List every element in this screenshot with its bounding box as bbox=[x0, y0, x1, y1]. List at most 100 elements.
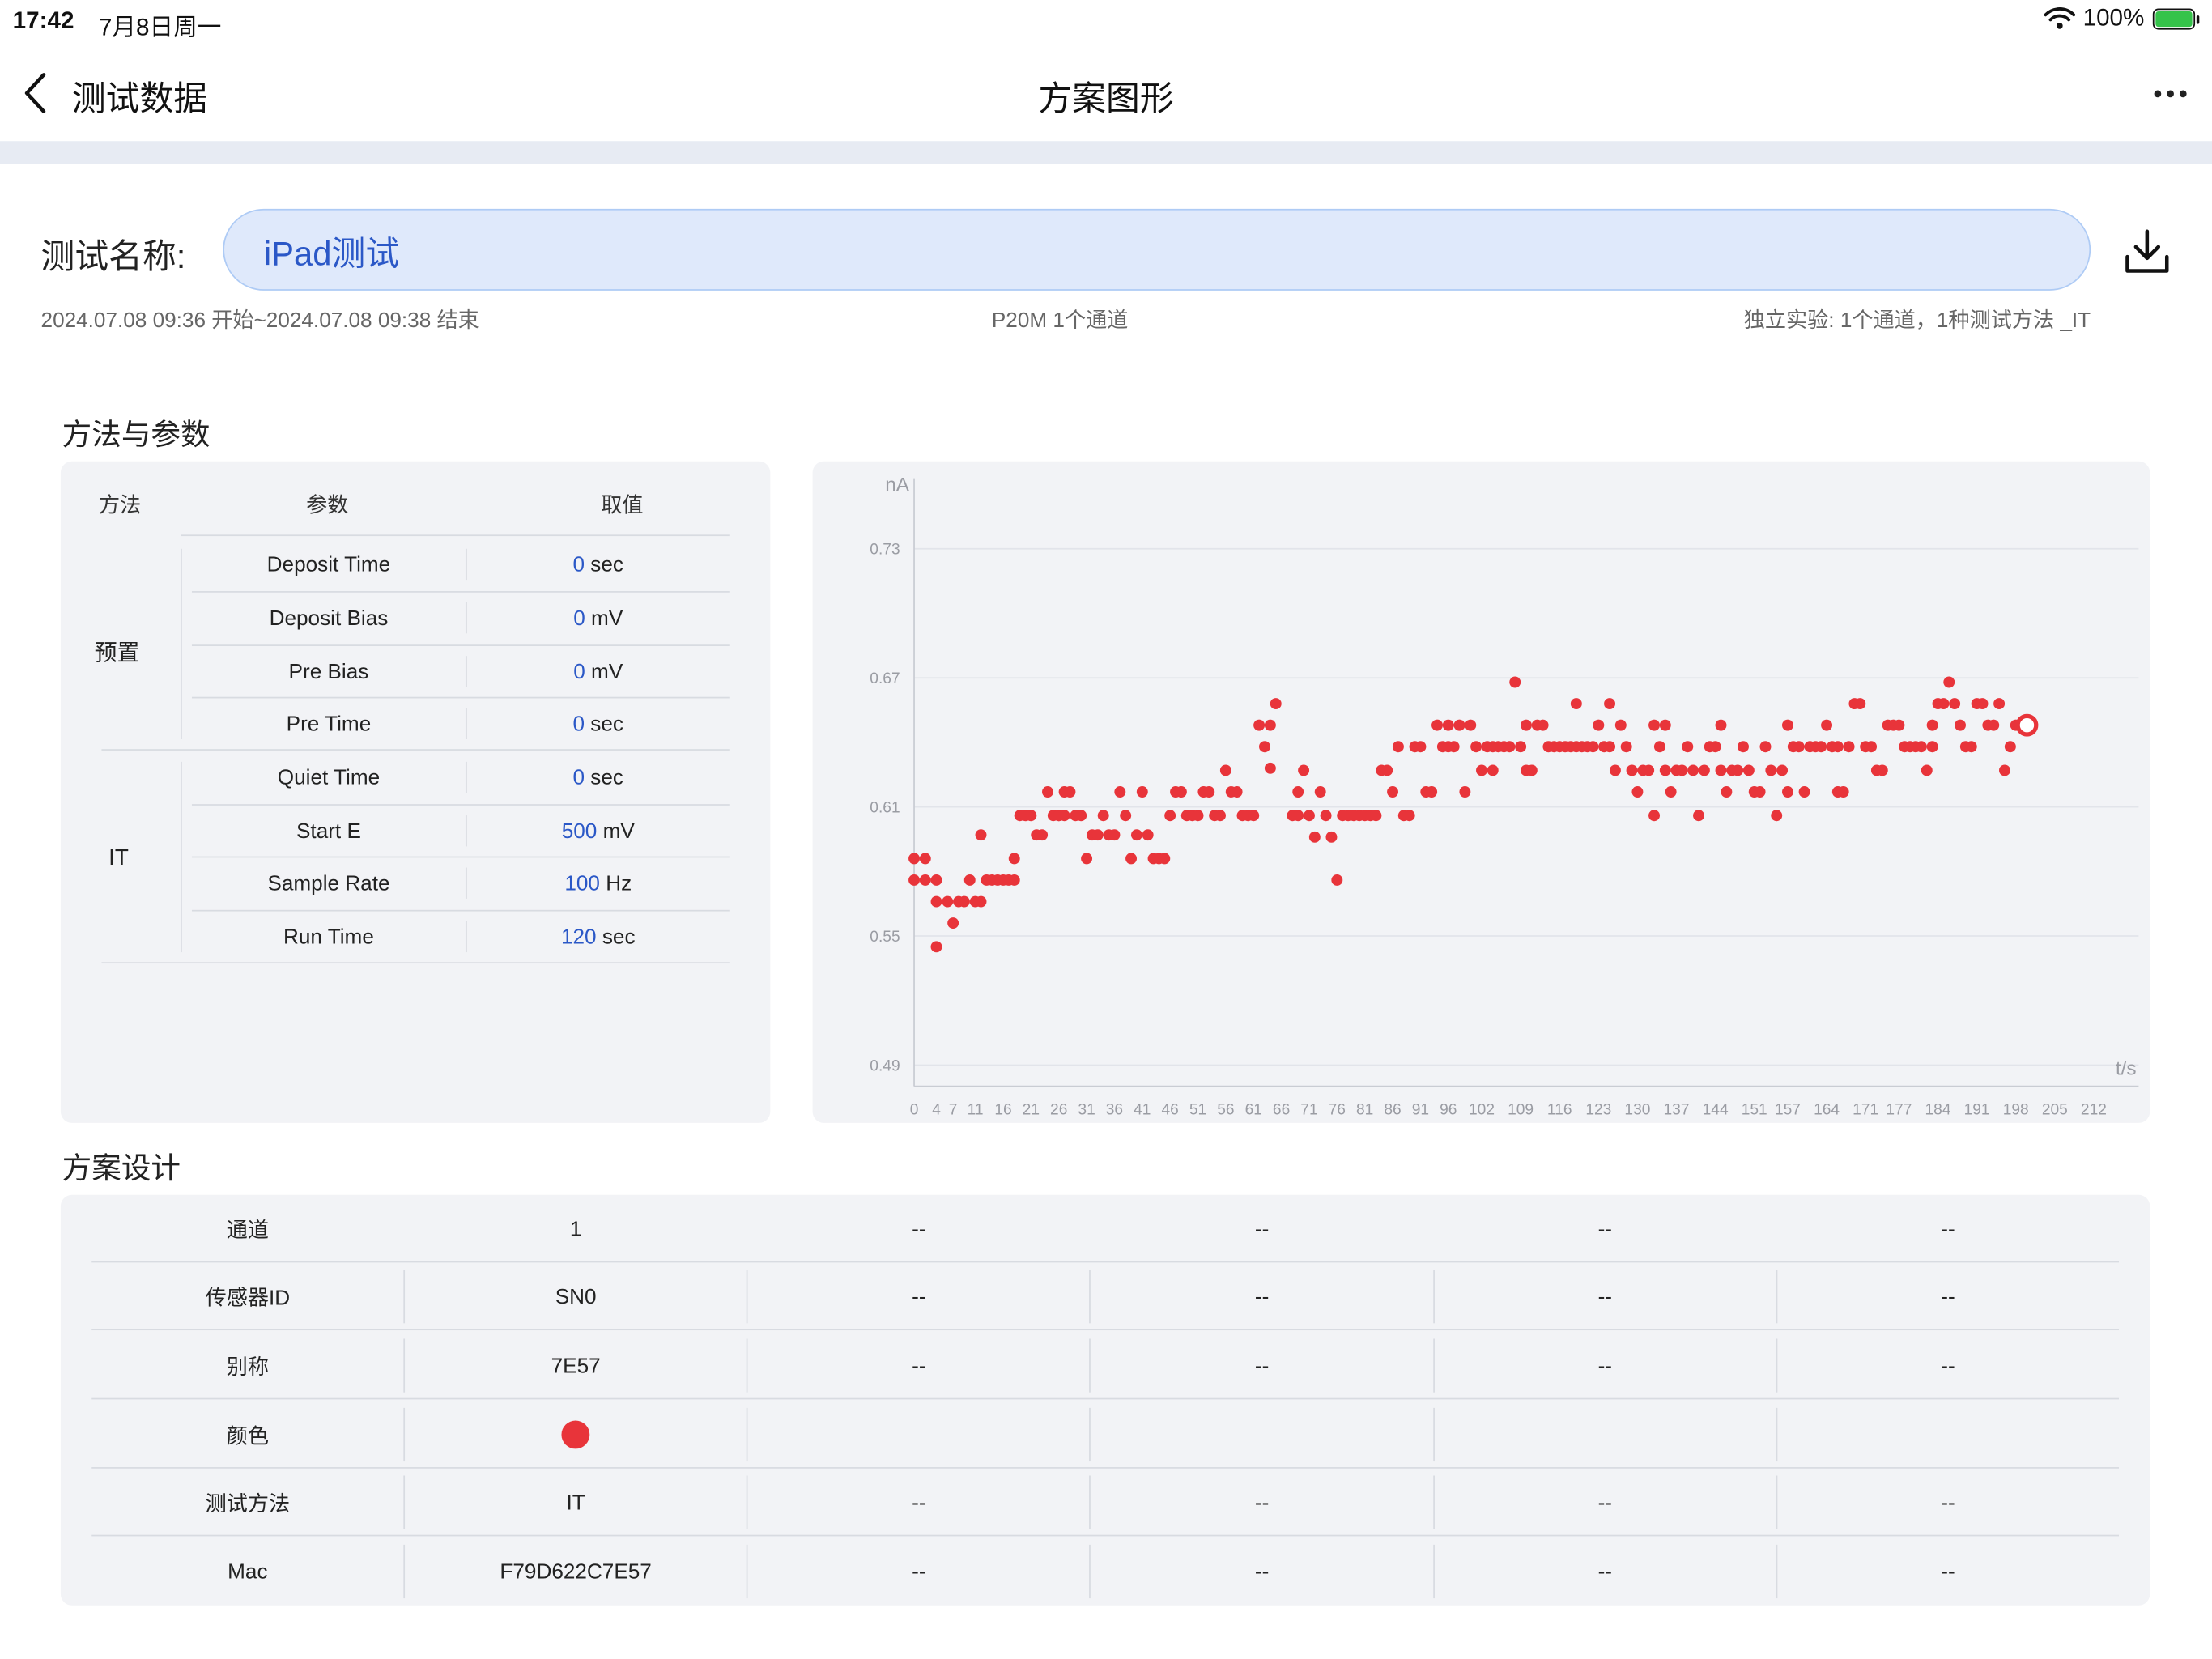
design-cell: -- bbox=[1597, 1216, 1613, 1241]
data-point bbox=[1248, 810, 1260, 822]
design-row-label: 别称 bbox=[226, 1355, 269, 1380]
param-row: Quiet Time 0 sec bbox=[192, 751, 730, 804]
data-point bbox=[1453, 719, 1465, 731]
data-point bbox=[1965, 741, 1977, 753]
x-tick-label: 51 bbox=[1189, 1101, 1206, 1118]
data-point bbox=[1525, 764, 1538, 776]
design-row: 通道 1 -- -- -- -- bbox=[91, 1195, 2119, 1263]
design-row-divider bbox=[91, 1397, 2120, 1400]
data-point bbox=[1387, 786, 1399, 798]
data-point bbox=[1008, 853, 1020, 865]
data-point bbox=[930, 941, 942, 953]
design-row: 别称 7E57 -- -- -- -- bbox=[91, 1332, 2119, 1400]
data-point bbox=[1303, 810, 1315, 822]
data-point bbox=[1264, 719, 1276, 731]
x-tick-label: 164 bbox=[1814, 1101, 1840, 1118]
design-cell: -- bbox=[912, 1353, 926, 1378]
data-point bbox=[1738, 741, 1749, 753]
data-point bbox=[1203, 786, 1215, 798]
param-value: 0 mV bbox=[573, 606, 623, 630]
x-tick-label: 96 bbox=[1440, 1101, 1457, 1118]
data-point bbox=[975, 829, 987, 841]
data-point bbox=[1091, 829, 1104, 841]
data-point bbox=[1687, 764, 1699, 776]
design-cell: -- bbox=[1254, 1353, 1270, 1378]
data-point bbox=[1876, 764, 1888, 776]
data-point bbox=[1214, 810, 1226, 822]
data-point bbox=[1698, 764, 1710, 776]
data-point bbox=[1515, 741, 1527, 753]
data-point bbox=[1008, 874, 1020, 886]
data-point bbox=[1665, 786, 1677, 798]
x-tick-label: 151 bbox=[1742, 1101, 1767, 1118]
param-row: Deposit Time 0 sec bbox=[192, 538, 730, 591]
param-row: Pre Time 0 sec bbox=[192, 697, 730, 751]
data-point bbox=[1509, 676, 1521, 688]
design-cell: -- bbox=[1941, 1490, 1955, 1515]
design-cell: -- bbox=[1941, 1559, 1955, 1584]
download-button[interactable] bbox=[2116, 223, 2179, 279]
x-tick-label: 66 bbox=[1273, 1101, 1290, 1118]
data-point bbox=[1314, 786, 1326, 798]
data-point bbox=[1609, 764, 1621, 776]
data-point bbox=[1142, 829, 1154, 841]
design-cell: -- bbox=[1941, 1353, 1955, 1378]
data-point bbox=[975, 895, 987, 908]
col-header-value: 取值 bbox=[601, 493, 644, 518]
data-point bbox=[930, 895, 942, 908]
data-point bbox=[1659, 764, 1671, 776]
data-point bbox=[1036, 829, 1049, 841]
data-point bbox=[1025, 810, 1037, 822]
more-button[interactable] bbox=[2144, 76, 2195, 110]
group-divider bbox=[181, 548, 182, 739]
device-info: P20M 1个通道 bbox=[991, 308, 1129, 334]
data-point bbox=[1521, 719, 1532, 731]
data-point bbox=[1431, 719, 1443, 731]
data-point bbox=[1403, 810, 1415, 822]
design-cell bbox=[1777, 1401, 2119, 1469]
data-point bbox=[1821, 719, 1833, 731]
data-point bbox=[1604, 698, 1616, 710]
group-divider bbox=[181, 761, 182, 953]
data-point bbox=[1587, 741, 1599, 753]
data-point bbox=[963, 874, 976, 886]
design-section-title: 方案设计 bbox=[62, 1152, 181, 1185]
data-point bbox=[1381, 764, 1393, 776]
data-point bbox=[1943, 676, 1955, 688]
y-tick-label: 0.73 bbox=[870, 542, 900, 559]
data-point bbox=[958, 895, 970, 908]
status-time: 17:42 bbox=[12, 6, 74, 34]
x-tick-label: 56 bbox=[1217, 1101, 1234, 1118]
scatter-chart[interactable]: 0.730.670.610.550.49nAt/s0 4 7 11 16 21 26 31 36… bbox=[813, 462, 2150, 1123]
data-point bbox=[942, 895, 954, 908]
x-tick-label: 91 bbox=[1412, 1101, 1429, 1118]
data-point bbox=[1815, 741, 1827, 753]
design-cell: -- bbox=[1597, 1490, 1613, 1515]
design-cell: 7E57 bbox=[551, 1353, 601, 1378]
data-point bbox=[1298, 764, 1310, 776]
design-cell: -- bbox=[1254, 1559, 1270, 1584]
data-point bbox=[947, 917, 959, 929]
data-point bbox=[1164, 810, 1176, 822]
design-cell: F79D622C7E57 bbox=[500, 1559, 652, 1584]
data-point bbox=[1192, 810, 1204, 822]
wifi-icon bbox=[2043, 7, 2075, 29]
x-tick-label: 0 bbox=[910, 1101, 919, 1118]
x-tick-label: 36 bbox=[1106, 1101, 1123, 1118]
design-cell: -- bbox=[1941, 1216, 1955, 1241]
x-tick-label: 212 bbox=[2081, 1101, 2107, 1118]
data-point bbox=[1988, 719, 2000, 731]
design-cell: -- bbox=[912, 1284, 926, 1309]
data-point bbox=[1253, 719, 1266, 731]
data-point bbox=[919, 853, 931, 865]
data-point bbox=[1837, 786, 1849, 798]
test-name-field[interactable]: iPad测试 bbox=[223, 208, 2091, 291]
page-title: 方案图形 bbox=[1038, 80, 1174, 119]
design-cell: -- bbox=[1597, 1559, 1613, 1584]
design-row: 颜色 bbox=[91, 1401, 2119, 1469]
data-point bbox=[1854, 698, 1866, 710]
battery-charging-icon bbox=[2152, 7, 2200, 29]
param-value: 0 sec bbox=[572, 765, 623, 789]
param-value: 500 mV bbox=[561, 819, 635, 844]
data-point bbox=[1370, 810, 1382, 822]
